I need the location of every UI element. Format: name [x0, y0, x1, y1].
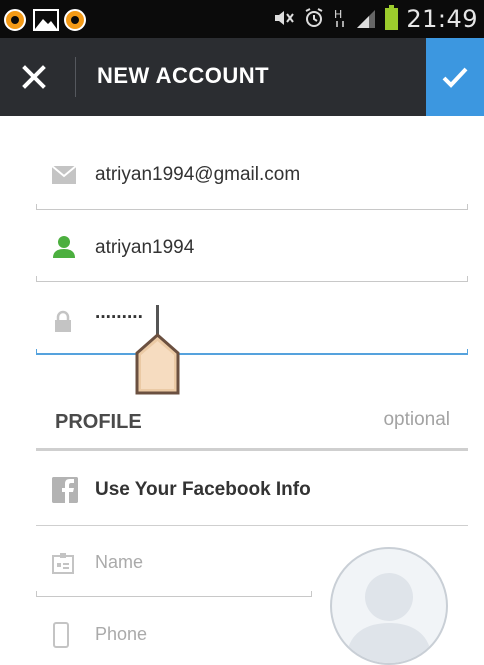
name-field[interactable]: Name	[36, 540, 312, 600]
checkmark-icon	[442, 67, 468, 88]
status-time: 21:49	[406, 5, 478, 33]
facebook-icon	[52, 477, 78, 503]
password-underline	[36, 349, 468, 355]
phone-field[interactable]: Phone	[36, 612, 312, 652]
app-bar-divider	[75, 57, 76, 97]
mute-icon	[273, 9, 295, 30]
lock-icon	[52, 310, 74, 332]
password-field[interactable]: ·········	[36, 295, 468, 357]
phone-icon	[52, 622, 70, 653]
done-button[interactable]	[426, 38, 484, 116]
hspa-icon: H	[333, 7, 347, 32]
notification-app-icon-2	[64, 9, 86, 31]
page-title: NEW ACCOUNT	[97, 63, 270, 88]
avatar-placeholder-icon	[346, 573, 432, 663]
close-icon	[22, 65, 46, 89]
username-value: atriyan1994	[95, 237, 195, 258]
phone-input: Phone	[95, 624, 148, 644]
name-underline	[36, 591, 312, 597]
email-field[interactable]: atriyan1994@gmail.com	[36, 150, 468, 212]
profile-photo-button[interactable]	[330, 547, 448, 665]
username-underline	[36, 276, 468, 282]
app-bar: NEW ACCOUNT	[0, 38, 484, 116]
username-field[interactable]: atriyan1994	[36, 222, 468, 284]
user-icon	[52, 236, 75, 258]
close-button[interactable]	[16, 59, 52, 95]
battery-icon	[385, 5, 399, 30]
optional-label: optional	[383, 409, 450, 430]
svg-text:H: H	[334, 8, 342, 21]
alarm-icon	[303, 7, 325, 32]
image-notification-icon	[33, 9, 59, 31]
profile-heading: PROFILE	[55, 411, 142, 433]
facebook-divider	[36, 525, 468, 526]
notification-app-icon	[4, 9, 26, 31]
facebook-info-label: Use Your Facebook Info	[95, 479, 311, 500]
email-value: atriyan1994@gmail.com	[95, 164, 301, 185]
email-underline	[36, 204, 468, 210]
facebook-info-button[interactable]: Use Your Facebook Info	[36, 470, 468, 526]
profile-divider	[36, 448, 468, 451]
status-bar: H 21:49	[0, 0, 484, 38]
name-input: Name	[95, 552, 144, 572]
signal-icon	[355, 8, 377, 31]
text-cursor-handle[interactable]	[133, 305, 183, 402]
contact-card-icon	[52, 552, 74, 579]
envelope-icon	[51, 165, 77, 186]
